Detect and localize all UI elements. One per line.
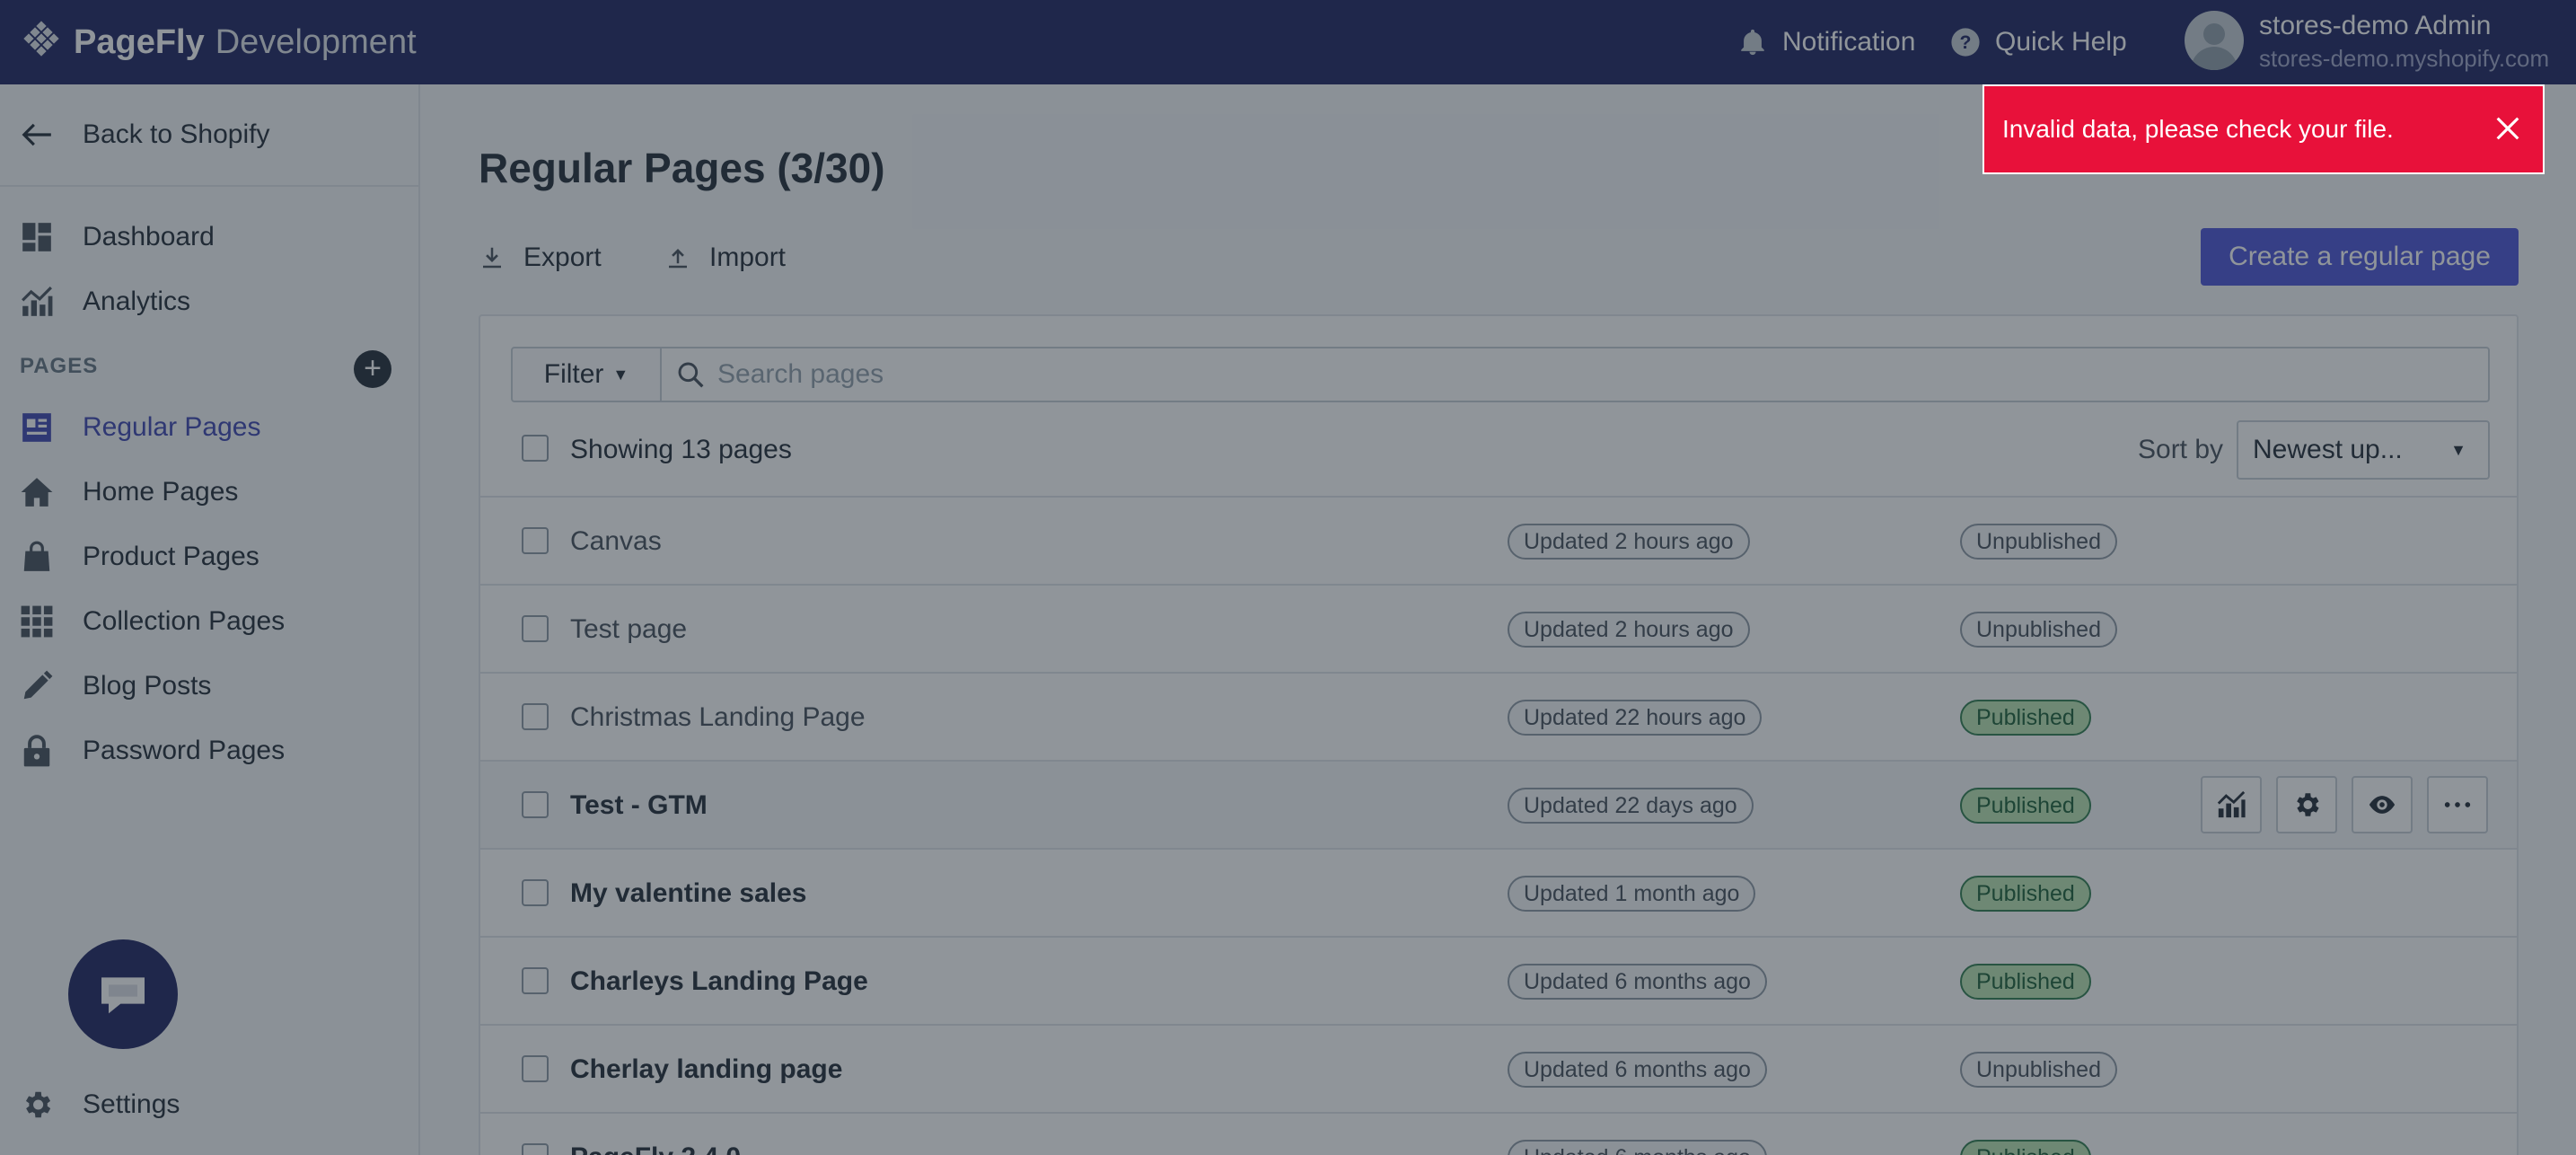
error-toast: Invalid data, please check your file. [1983,84,2545,174]
toast-message: Invalid data, please check your file. [2002,115,2394,143]
close-icon[interactable] [2492,113,2523,144]
